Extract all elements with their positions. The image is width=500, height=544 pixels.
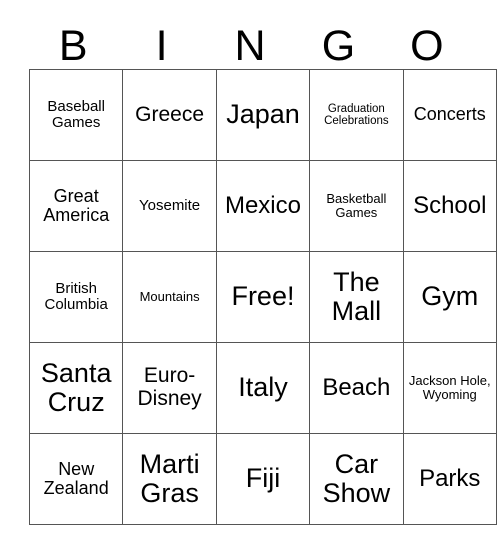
bingo-cell-o1[interactable]: Concerts (402, 69, 497, 161)
bingo-cell-o5[interactable]: Parks (402, 433, 497, 525)
bingo-cell-label: Great America (43, 185, 110, 225)
bingo-header-letter-o: O (410, 22, 444, 70)
bingo-cell-n2[interactable]: Mexico (215, 160, 311, 252)
bingo-row-1: Baseball Games Greece Japan Graduation C… (28, 69, 497, 161)
bingo-header-letter-i: I (155, 22, 168, 70)
bingo-card: B I N G O Baseball Games Greece Japan Gr… (28, 14, 497, 525)
bingo-cell-n5[interactable]: Fiji (215, 433, 311, 525)
bingo-cell-label: Concerts (413, 104, 486, 125)
bingo-cell-label: Basketball Games (326, 190, 387, 220)
bingo-cell-g5[interactable]: Car Show (309, 433, 404, 525)
bingo-cell-i3[interactable]: Mountains (122, 251, 217, 343)
bingo-cell-label: Baseball Games (47, 97, 105, 131)
bingo-cell-label: Parks (419, 465, 481, 493)
bingo-cell-g3[interactable]: The Mall (309, 251, 404, 343)
bingo-cell-b5[interactable]: New Zealand (28, 433, 124, 525)
bingo-cell-b3[interactable]: British Columbia (28, 251, 124, 343)
bingo-row-5: New Zealand Marti Gras Fiji Car Show Par… (28, 433, 497, 525)
bingo-cell-label: Greece (135, 102, 205, 126)
bingo-cell-i4[interactable]: Euro-Disney (122, 342, 217, 434)
bingo-cell-n1[interactable]: Japan (215, 69, 311, 161)
bingo-header-letter-b: B (58, 22, 88, 70)
bingo-cell-b1[interactable]: Baseball Games (28, 69, 124, 161)
bingo-header-letter-n: N (234, 22, 266, 70)
bingo-cell-g2[interactable]: Basketball Games (309, 160, 404, 252)
bingo-cell-free-space[interactable]: Free! (215, 251, 311, 343)
bingo-cell-o2[interactable]: School (402, 160, 497, 252)
bingo-cell-label: Italy (238, 372, 288, 403)
bingo-row-2: Great America Yosemite Mexico Basketball… (28, 160, 497, 252)
bingo-cell-n4[interactable]: Italy (215, 342, 311, 434)
bingo-grid: Baseball Games Greece Japan Graduation C… (28, 69, 497, 525)
bingo-cell-label: Gym (421, 281, 479, 312)
bingo-cell-b2[interactable]: Great America (28, 160, 124, 252)
bingo-cell-label: Euro-Disney (137, 364, 202, 410)
bingo-free-space-label: Free! (231, 281, 295, 312)
bingo-cell-o4[interactable]: Jackson Hole, Wyoming (402, 342, 497, 434)
bingo-cell-label: School (413, 192, 487, 220)
bingo-cell-label: Car Show (322, 448, 391, 508)
bingo-cell-label: Fiji (245, 463, 281, 494)
bingo-cell-label: Graduation Celebrations (324, 102, 389, 127)
bingo-cell-o3[interactable]: Gym (402, 251, 497, 343)
bingo-cell-label: Japan (226, 99, 300, 130)
bingo-cell-label: British Columbia (44, 279, 108, 313)
bingo-cell-b4[interactable]: Santa Cruz (28, 342, 124, 434)
bingo-header-letter-g: G (321, 22, 356, 70)
bingo-cell-i5[interactable]: Marti Gras (122, 433, 217, 525)
bingo-cell-label: New Zealand (43, 458, 109, 498)
bingo-row-3: British Columbia Mountains Free! The Mal… (28, 251, 497, 343)
bingo-cell-label: Santa Cruz (40, 357, 112, 417)
bingo-cell-label: Beach (322, 374, 391, 402)
bingo-cell-label: Marti Gras (139, 448, 200, 508)
bingo-cell-label: Mountains (139, 288, 200, 304)
bingo-cell-i2[interactable]: Yosemite (122, 160, 217, 252)
bingo-cell-label: Mexico (224, 192, 301, 220)
bingo-row-4: Santa Cruz Euro-Disney Italy Beach Jacks… (28, 342, 497, 434)
bingo-cell-g1[interactable]: Graduation Celebrations (309, 69, 404, 161)
bingo-cell-label: Yosemite (139, 196, 201, 214)
bingo-cell-g4[interactable]: Beach (309, 342, 404, 434)
bingo-header-row: B I N G O (29, 14, 471, 69)
bingo-cell-label: The Mall (331, 266, 382, 326)
bingo-cell-i1[interactable]: Greece (122, 69, 217, 161)
bingo-cell-label: Jackson Hole, Wyoming (408, 372, 491, 402)
